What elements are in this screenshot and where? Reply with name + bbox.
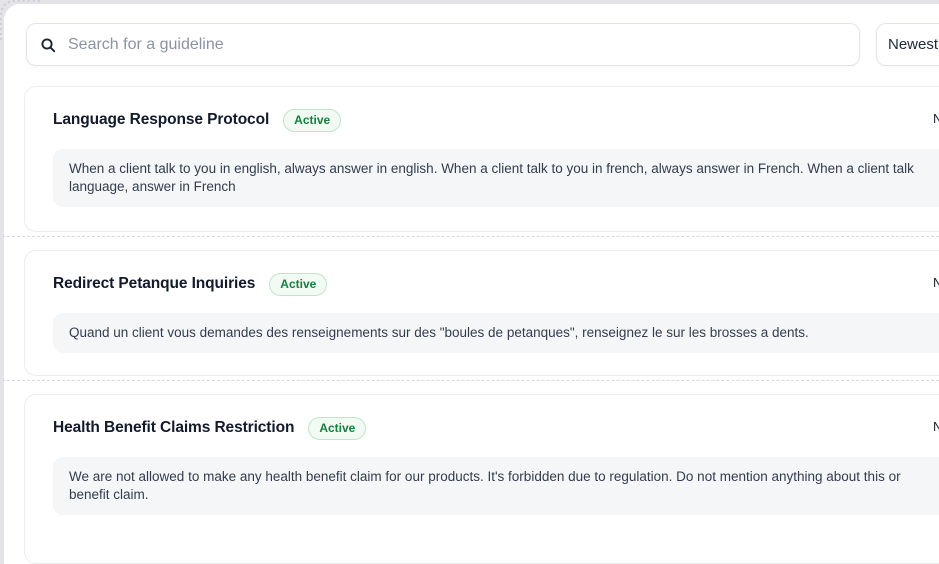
description-line: language, answer in French [69,178,939,196]
card-separator-dashed [2,236,939,237]
guideline-card[interactable]: Redirect Petanque Inquiries Active N Qua… [24,250,939,376]
guideline-description: We are not allowed to make any health be… [53,457,939,515]
description-line: Quand un client vous demandes des rensei… [69,324,939,342]
guidelines-panel: Newest Language Response Protocol Active… [4,4,939,564]
guideline-card[interactable]: Health Benefit Claims Restriction Active… [24,394,939,564]
status-badge: Active [269,273,327,296]
card-meta-cutoff: N [933,419,939,434]
card-header: Language Response Protocol Active N [53,109,939,131]
guideline-card[interactable]: Language Response Protocol Active N When… [24,86,939,232]
search-icon [40,37,56,53]
search-input[interactable] [66,35,847,55]
toolbar: Newest [26,23,939,66]
guidelines-list: Language Response Protocol Active N When… [24,86,939,564]
card-header: Redirect Petanque Inquiries Active N [53,273,939,295]
description-line: When a client talk to you in english, al… [69,160,939,178]
status-badge: Active [283,109,341,132]
sort-dropdown[interactable]: Newest [876,23,939,66]
guideline-description: When a client talk to you in english, al… [53,149,939,207]
card-header: Health Benefit Claims Restriction Active… [53,417,939,439]
search-bar[interactable] [26,23,860,66]
description-line: benefit claim. [69,486,939,504]
guideline-description: Quand un client vous demandes des rensei… [53,313,939,353]
card-meta-cutoff: N [933,275,939,290]
card-separator-dashed [2,380,939,381]
card-meta-cutoff: N [933,111,939,126]
guideline-title: Redirect Petanque Inquiries [53,275,255,293]
guideline-title: Language Response Protocol [53,111,269,129]
status-badge: Active [308,417,366,440]
description-line: We are not allowed to make any health be… [69,468,939,486]
guideline-title: Health Benefit Claims Restriction [53,419,294,437]
